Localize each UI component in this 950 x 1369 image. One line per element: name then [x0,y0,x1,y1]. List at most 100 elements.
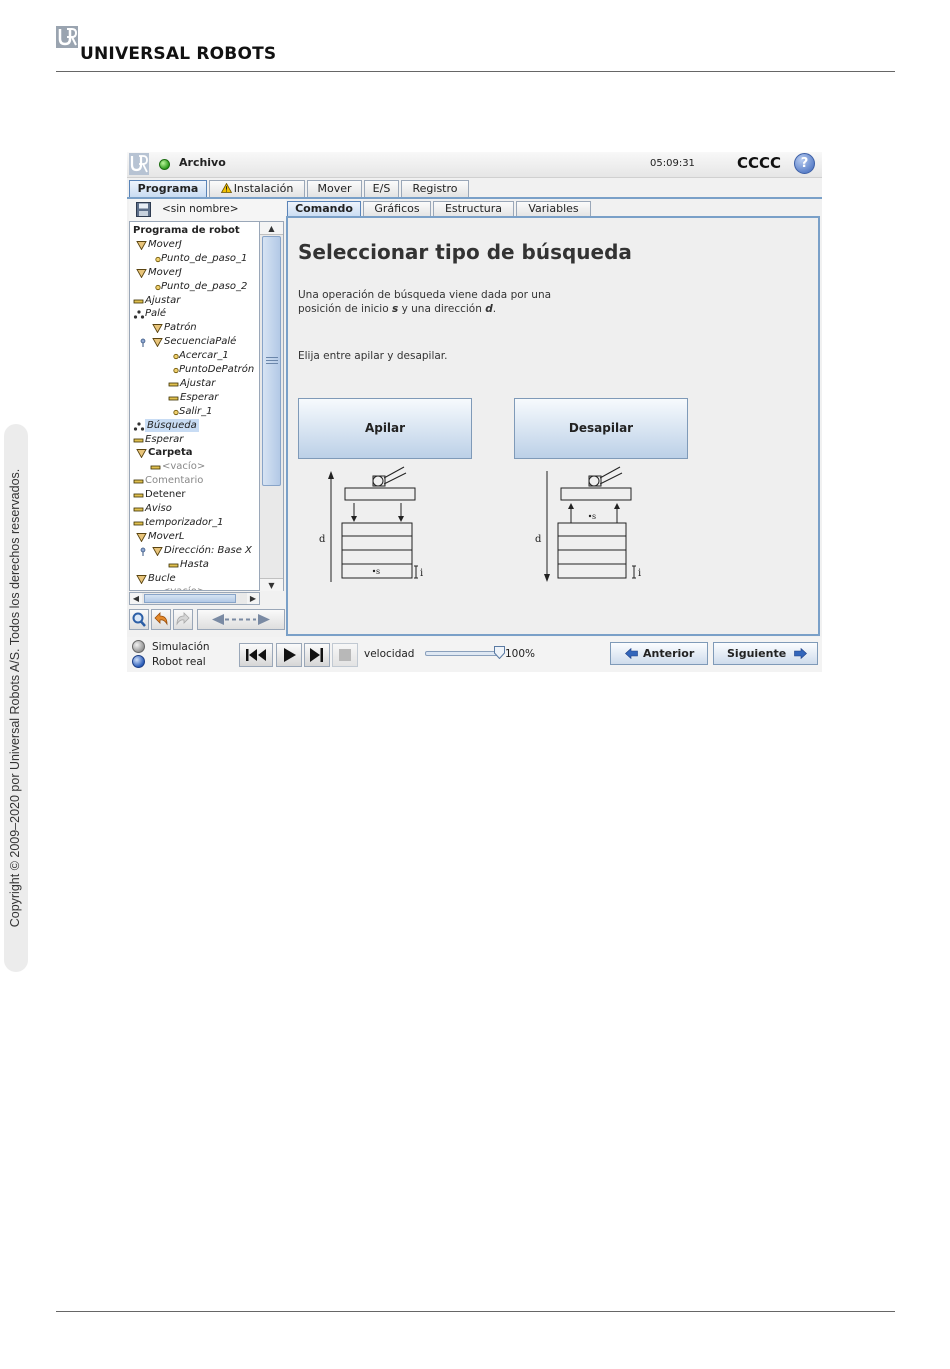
grip-line [266,357,278,358]
title-bar: Archivo 05:09:31 CCCC ? [127,152,822,178]
speed-label: velocidad [364,648,415,660]
tab-variables[interactable]: Variables [516,201,591,217]
tree-item[interactable]: Palé [130,307,259,320]
tab-estructura[interactable]: Estructura [433,201,514,217]
direction-arrow-down-icon [544,574,550,582]
ur-app-logo-icon[interactable] [129,153,149,175]
tree-item[interactable]: Esperar [130,433,259,446]
tree-item-label: Ajustar [145,294,181,306]
tree-item[interactable]: Comentario [130,474,259,487]
scroll-up-icon[interactable]: ▲ [260,222,283,235]
gripper-circle [372,475,384,487]
cut-paste-button[interactable] [197,609,285,630]
tree-item[interactable]: Hasta [130,558,259,571]
step-forward-icon [310,648,323,662]
tree-item[interactable]: Búsqueda [130,418,259,432]
tree-item[interactable]: <vacío> [130,585,259,591]
move-node-icon [212,614,270,625]
radio-on-icon [132,655,145,668]
tree-item[interactable]: <vacío> [130,460,259,473]
stop-button[interactable] [332,643,358,667]
scroll-thumb[interactable] [262,236,281,486]
grip-line [266,360,278,361]
tree-item[interactable]: temporizador_1 [130,516,259,529]
tree-vertical-scrollbar[interactable]: ▲ ▼ [260,221,284,591]
tab-instalacion[interactable]: Instalación [209,180,305,197]
tree-item-label: Carpeta [148,447,193,459]
tree-item[interactable]: MoverJ [130,238,259,251]
search-button[interactable] [129,609,149,630]
tree-item[interactable]: Patrón [130,321,259,334]
tree-horizontal-scrollbar[interactable]: ◀ ▶ [129,592,260,605]
pattern-dots-icon [133,310,145,319]
tree-item-label: Hasta [180,558,209,570]
breakpoint-pin-icon [140,338,146,348]
gripper-circle [588,475,600,487]
pattern-dots-icon [133,421,145,431]
scroll-down-icon[interactable]: ▼ [260,578,283,591]
speed-slider[interactable] [425,651,501,656]
stack-layer [557,549,627,565]
tree-item[interactable]: Detener [130,488,259,501]
scroll-right-icon[interactable]: ▶ [247,593,259,604]
tree-item[interactable]: MoverL [130,530,259,543]
next-button[interactable]: Siguiente [713,642,818,665]
unstack-button[interactable]: Desapilar [514,398,688,459]
tree-item[interactable]: Salir_1 [130,405,259,418]
save-icon[interactable] [136,202,151,217]
tree-item[interactable]: Punto_de_paso_1 [130,252,259,265]
desc-line-1: Una operación de búsqueda viene dada por… [298,289,552,301]
rewind-button[interactable] [239,643,273,667]
play-button[interactable] [276,643,302,667]
tree-item[interactable]: Dirección: Base X [130,544,259,557]
step-button[interactable] [304,643,330,667]
stack-button[interactable]: Apilar [298,398,472,459]
help-icon: ? [800,156,809,171]
help-button[interactable]: ? [794,153,815,174]
tree-item-label: Salir_1 [179,405,213,417]
undo-icon [154,612,168,626]
tab-graficos[interactable]: Gráficos [363,201,431,217]
diagram-d-label: d [319,534,326,545]
tree-item-label: Esperar [180,391,219,403]
tree-item[interactable]: Acercar_1 [130,349,259,362]
header-rule [56,71,895,72]
tree-item[interactable]: Carpeta [130,446,259,459]
tab-mover[interactable]: Mover [307,180,362,197]
tree-item-label: Aviso [145,503,172,514]
tree-item[interactable]: MoverJ [130,266,259,279]
tree-item[interactable]: SecuenciaPalé [130,335,259,348]
tree-item[interactable]: Esperar [130,391,259,404]
start-point [372,569,376,573]
robot-arm-line [599,472,623,485]
copyright-notice: Copyright © 2009–2020 por Universal Robo… [8,468,22,928]
robot-status-led-icon[interactable] [159,159,170,170]
hscroll-thumb[interactable] [144,594,236,603]
undo-button[interactable] [151,609,171,630]
tab-comando[interactable]: Comando [287,201,361,217]
tab-programa[interactable]: Programa [129,180,207,197]
previous-button[interactable]: Anterior [610,642,708,665]
desc-line-2c: . [492,303,497,315]
speed-slider-handle[interactable] [494,646,505,659]
tree-toolbar [129,609,286,631]
command-bar-icon [150,588,162,591]
tree-item[interactable]: Ajustar [130,377,259,390]
previous-label: Anterior [643,647,695,660]
tree-item[interactable]: Ajustar [130,294,259,307]
tree-item[interactable]: Aviso [130,502,259,515]
file-menu[interactable]: Archivo [179,156,226,169]
tree-item-label: MoverJ [148,238,182,250]
program-tree[interactable]: Programa de robot MoverJ Punto_de_paso_1 Mo… [129,221,260,591]
redo-button[interactable] [173,609,193,630]
tree-item[interactable]: Bucle [130,572,259,585]
tree-item[interactable]: Programa de robot [130,224,259,237]
tab-registro[interactable]: Registro [401,180,469,197]
tree-item-label: Ajustar [180,377,216,389]
tree-item[interactable]: PuntoDePatrón [130,363,259,376]
scroll-left-icon[interactable]: ◀ [130,593,142,604]
carried-item [560,487,632,501]
tree-item[interactable]: Punto_de_paso_2 [130,280,259,293]
tab-es[interactable]: E/S [364,180,399,197]
carried-item [344,487,416,501]
